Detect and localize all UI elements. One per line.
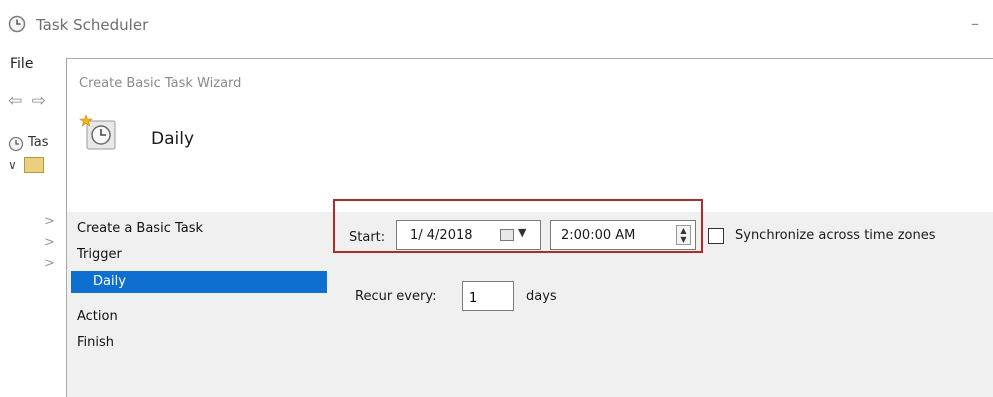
folder-icon[interactable] xyxy=(24,157,44,173)
tree-expand-arrow[interactable]: > xyxy=(44,214,55,229)
step-daily[interactable]: Daily xyxy=(71,271,327,293)
dialog-title: Create Basic Task Wizard xyxy=(79,76,242,91)
app-title: Task Scheduler xyxy=(36,16,149,34)
recur-unit-label: days xyxy=(526,289,557,304)
step-action[interactable]: Action xyxy=(77,309,118,324)
tree-expand-arrow[interactable]: > xyxy=(44,256,55,271)
wizard-steps: Create a Basic Task Trigger Daily Action… xyxy=(67,212,329,397)
wizard-body: Create a Basic Task Trigger Daily Action… xyxy=(67,199,993,397)
dialog-heading: Daily xyxy=(151,129,195,149)
tree-expand-arrow[interactable]: > xyxy=(44,235,55,250)
step-daily-label: Daily xyxy=(93,274,126,289)
nav-back-forward[interactable]: ⇦ ⇨ xyxy=(8,91,48,111)
start-date-value: 1/ 4/2018 xyxy=(410,228,473,243)
step-create-basic-task[interactable]: Create a Basic Task xyxy=(77,221,203,236)
spin-up-down-icon[interactable]: ▲ ▼ xyxy=(676,225,691,245)
sync-time-zones-label[interactable]: Synchronize across time zones xyxy=(735,228,935,243)
clock-icon xyxy=(8,15,26,33)
app-title-bar: Task Scheduler – xyxy=(0,0,993,48)
calendar-icon[interactable] xyxy=(500,229,514,241)
scheduled-task-clock-icon xyxy=(79,114,116,150)
recur-every-input[interactable] xyxy=(462,281,514,311)
start-label: Start: xyxy=(349,230,386,245)
sync-time-zones-checkbox[interactable] xyxy=(708,228,724,244)
chevron-down-icon[interactable]: ∨ xyxy=(8,158,17,172)
step-finish[interactable]: Finish xyxy=(77,335,114,350)
start-time-picker[interactable]: 2:00:00 AM ▲ ▼ xyxy=(550,220,696,250)
task-scheduler-tree-icon xyxy=(8,136,24,152)
step-trigger[interactable]: Trigger xyxy=(77,247,122,262)
minimize-button[interactable]: – xyxy=(971,14,979,33)
start-date-picker[interactable]: 1/ 4/2018 ▼ xyxy=(396,220,541,250)
chevron-down-icon[interactable]: ▼ xyxy=(518,226,526,239)
tree-item-task-scheduler[interactable]: Tas xyxy=(28,135,49,150)
menu-file[interactable]: File xyxy=(10,56,33,72)
recur-every-label: Recur every: xyxy=(355,289,437,304)
create-basic-task-wizard: Create Basic Task Wizard Daily Create a … xyxy=(66,58,993,397)
start-time-value: 2:00:00 AM xyxy=(561,228,636,243)
